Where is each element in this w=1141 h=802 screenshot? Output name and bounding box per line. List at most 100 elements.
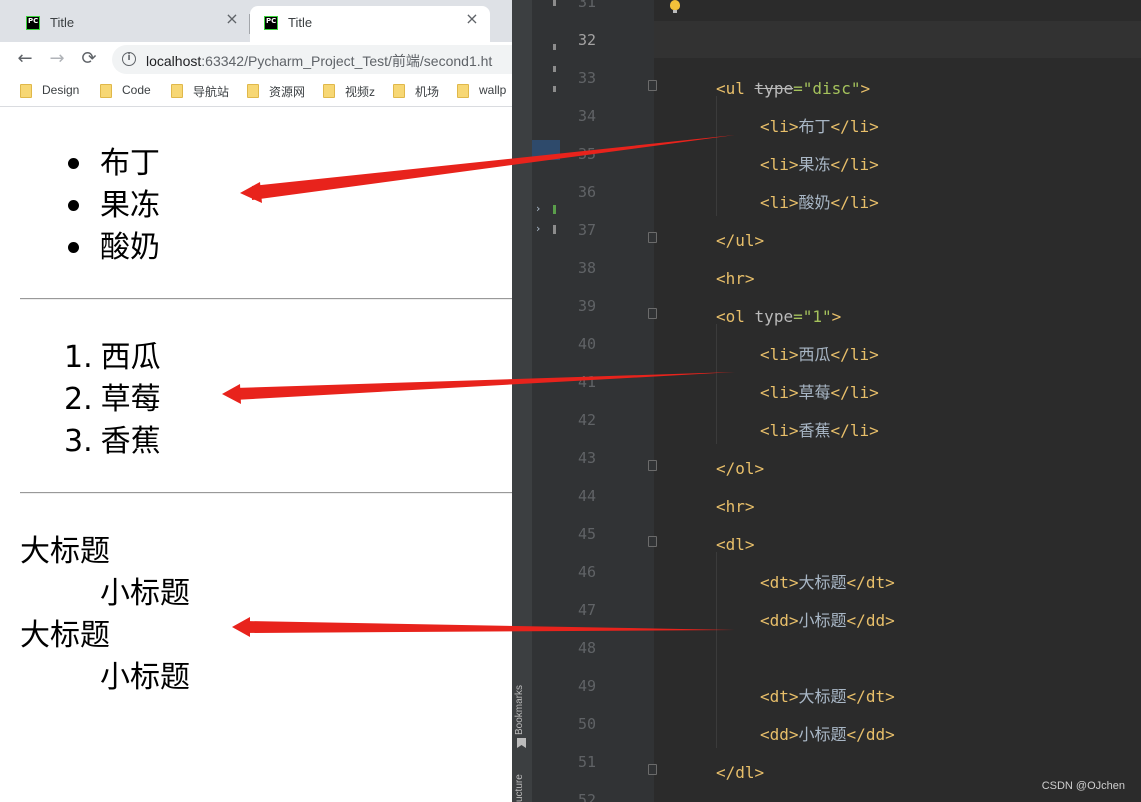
line-number: 38 [577, 259, 596, 277]
code-line: <dd>小标题</dd> [760, 725, 895, 745]
code-token: 酸奶 [798, 193, 831, 212]
indent-guide [716, 96, 717, 216]
code-token: <li> [760, 155, 799, 174]
code-token: </dt> [846, 687, 895, 706]
line-number: 34 [577, 107, 596, 125]
code-token: <li> [760, 421, 799, 440]
code-token: </li> [830, 421, 879, 440]
code-token: <li> [760, 117, 799, 136]
line-number: 50 [577, 715, 596, 733]
line-number: 45 [577, 525, 596, 543]
address-url: localhost:63342/Pycharm_Project_Test/前端/… [146, 51, 492, 71]
current-line-highlight [654, 21, 1141, 58]
ol-number: 2. [64, 382, 93, 417]
list-item: 1. 西瓜 [64, 337, 161, 379]
expand-chevron-icon[interactable]: › [536, 202, 540, 215]
horizontal-rule [20, 492, 512, 494]
bookmark-label: 导航站 [193, 85, 230, 99]
list-item: 果冻 [68, 185, 160, 227]
definition-description: 小标题 [100, 660, 190, 695]
bullet-disc-icon [68, 200, 79, 211]
definition-term: 大标题 [20, 618, 110, 653]
bookmark-label: Design [42, 83, 80, 97]
code-token: <dt> [760, 687, 799, 706]
expand-chevron-icon[interactable]: › [536, 222, 540, 235]
url-host: localhost [146, 53, 202, 69]
code-token: <hr> [716, 497, 755, 516]
forward-arrow-icon[interactable]: → [44, 46, 70, 72]
line-number: 49 [577, 677, 596, 695]
project-panel-edge: › › [532, 0, 560, 802]
reload-icon[interactable]: ⟳ [76, 46, 102, 72]
bookmark-label: 机场 [415, 85, 440, 99]
code-line: <dd>小标题</dd> [760, 611, 895, 631]
indent-guide [716, 552, 717, 748]
intention-bulb-icon[interactable] [670, 0, 680, 13]
line-number: 51 [577, 753, 596, 771]
code-line: <li>酸奶</li> [760, 193, 879, 213]
folder-icon [393, 84, 405, 98]
structure-tool-label[interactable]: ucture [514, 774, 525, 802]
code-token: 小标题 [798, 725, 847, 744]
back-arrow-icon[interactable]: ← [12, 46, 38, 72]
line-number: 44 [577, 487, 596, 505]
file-marker-icon [553, 205, 556, 214]
code-editor[interactable]: <ul type="disc"> <li>布丁</li> <li>果冻</li> <l… [654, 0, 1141, 802]
tab-label: Title [50, 15, 75, 30]
code-token: = [793, 79, 803, 98]
code-token: </ol> [716, 459, 765, 478]
tab-title-1[interactable]: PC Title × [12, 6, 250, 42]
ol-item-text: 西瓜 [100, 340, 161, 375]
line-number: 39 [577, 297, 596, 315]
list-item: 布丁 [68, 143, 160, 185]
list-item: 2. 草莓 [64, 379, 161, 421]
code-token: 布丁 [798, 117, 831, 136]
tab-close-icon[interactable]: × [464, 11, 480, 27]
code-line: <hr> [716, 269, 755, 289]
file-marker-icon [553, 0, 556, 6]
code-token: </dt> [846, 573, 895, 592]
line-number: 36 [577, 183, 596, 201]
line-number: 52 [577, 791, 596, 802]
code-token: <dl> [716, 535, 755, 554]
site-info-icon[interactable]: i [122, 52, 136, 66]
code-token: type [754, 79, 794, 98]
line-number: 33 [577, 69, 596, 87]
code-token: </li> [830, 155, 879, 174]
definition-description: 小标题 [100, 576, 190, 611]
address-bar[interactable]: i localhost:63342/Pycharm_Project_Test/前… [112, 45, 512, 74]
tab-title-2-active[interactable]: PC Title × [250, 6, 490, 42]
code-line: <li>西瓜</li> [760, 345, 879, 365]
pycharm-favicon-icon: PC [26, 16, 40, 30]
ul-item-text: 酸奶 [100, 230, 160, 265]
pycharm-editor-window: Bookmarks ucture › › 31 32 33 34 35 36 37 38 39 4… [512, 0, 1141, 802]
line-number: 46 [577, 563, 596, 581]
code-line: <dt>大标题</dt> [760, 687, 895, 707]
ol-item-text: 草莓 [100, 382, 161, 417]
bookmarks-bar: Design Code 导航站 资源网 视频z 机场 wallp [0, 76, 512, 107]
ul-item-text: 果冻 [100, 188, 160, 223]
code-token: > [831, 307, 842, 326]
code-line: </ol> [716, 459, 764, 479]
bookmark-label: Code [122, 83, 151, 97]
line-number: 43 [577, 449, 596, 467]
line-number: 48 [577, 639, 596, 657]
code-token: </ul> [716, 231, 765, 250]
file-marker-icon [553, 44, 556, 50]
ol-number: 1. [64, 340, 93, 375]
code-token: </li> [830, 117, 879, 136]
code-token: <dd> [760, 611, 799, 630]
bookmarks-tool-label[interactable]: Bookmarks [514, 685, 525, 735]
code-token: = [793, 307, 803, 326]
tab-close-icon[interactable]: × [224, 11, 240, 27]
line-number: 41 [577, 373, 596, 391]
code-token: "1" [802, 307, 832, 326]
line-number-gutter: 31 32 33 34 35 36 37 38 39 40 41 42 43 44 45 46 47 48 49 50… [560, 0, 657, 802]
code-token: type [754, 307, 794, 326]
tab-label: Title [288, 15, 313, 30]
code-token: 草莓 [798, 383, 831, 402]
ul-item-text: 布丁 [100, 146, 160, 181]
code-token: 大标题 [798, 687, 847, 706]
bullet-disc-icon [68, 158, 79, 169]
